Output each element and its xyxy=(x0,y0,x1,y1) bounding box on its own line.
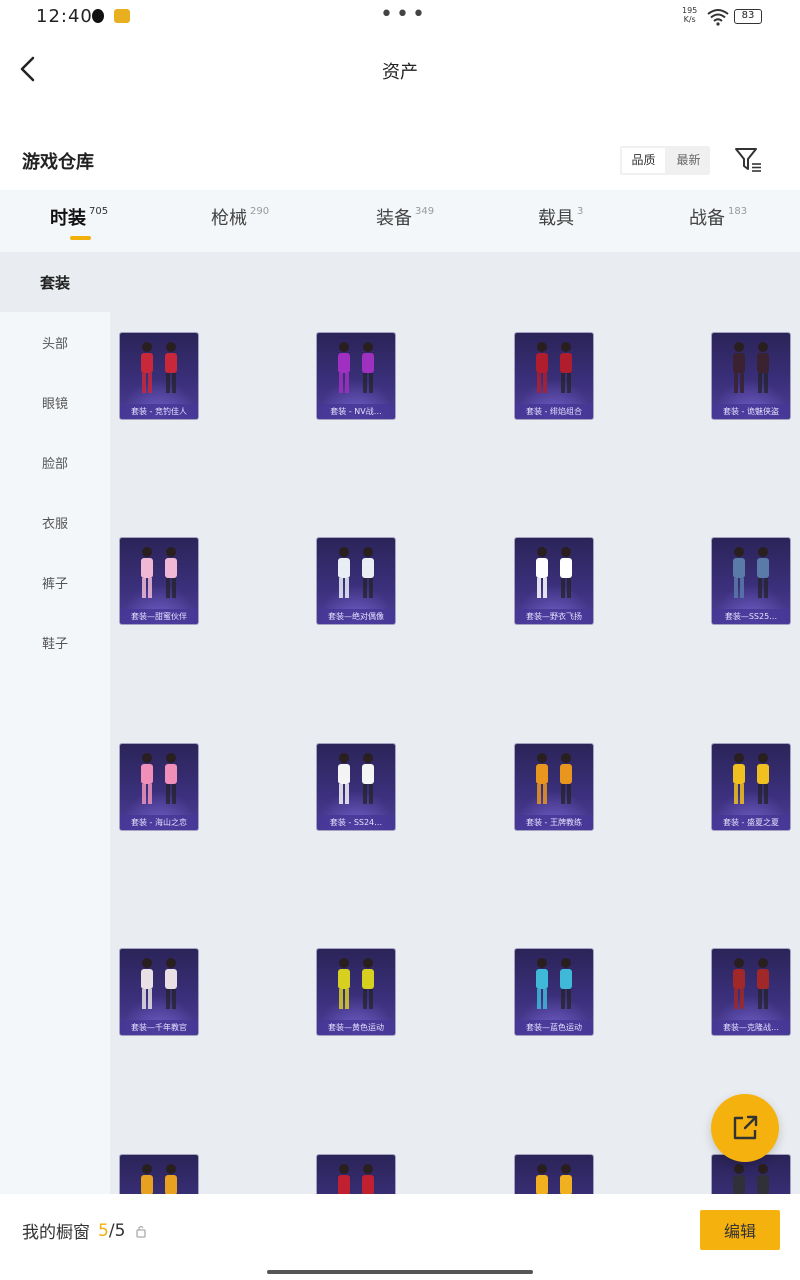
tab-equipment[interactable]: 装备 349 xyxy=(376,204,434,230)
outfit-figure-icon xyxy=(141,547,177,598)
outfit-figure-icon xyxy=(733,342,769,393)
status-time: 12:40 xyxy=(36,6,93,27)
outfit-card-caption: 套装—千年教官 xyxy=(120,1020,198,1035)
sidebar-item-head[interactable]: 头部 xyxy=(0,333,110,352)
edit-button[interactable]: 编辑 xyxy=(700,1210,780,1250)
outfit-card-caption: 套装 - 王牌教练 xyxy=(515,815,593,830)
outfit-figure-icon xyxy=(536,342,572,393)
outfit-figure-icon xyxy=(733,753,769,804)
outfit-figure-icon xyxy=(733,547,769,598)
outfit-card-caption: 套装—SS25… xyxy=(712,609,790,624)
outfit-card[interactable]: 套装 - 盛夏之夏 xyxy=(712,744,790,830)
status-bar: 12:40 ••• 195 K/s 83 xyxy=(0,0,800,34)
showcase-label: 我的橱窗 xyxy=(22,1223,90,1243)
lock-icon xyxy=(136,1225,147,1238)
outfit-card[interactable]: 套装 - NV战… xyxy=(317,333,395,419)
outfit-figure-icon xyxy=(141,342,177,393)
outfit-card-caption: 套装 - 海山之恋 xyxy=(120,815,198,830)
outfit-card[interactable] xyxy=(515,1155,593,1194)
outfit-card-caption: 套装 - 诡魅侠盗 xyxy=(712,404,790,419)
outfit-figure-icon xyxy=(733,1164,769,1194)
sort-latest-button[interactable]: 最新 xyxy=(667,146,710,175)
sort-toggle: 品质 最新 xyxy=(620,146,710,175)
outfit-card-caption: 套装—甜蜜伙伴 xyxy=(120,609,198,624)
my-showcase: 我的橱窗 5 / 5 xyxy=(22,1218,147,1243)
showcase-total: 5 xyxy=(114,1220,126,1241)
outfit-card[interactable]: 套装 - 竞钓佳人 xyxy=(120,333,198,419)
outfit-card[interactable] xyxy=(120,1155,198,1194)
outfit-grid: 套装 - 竞钓佳人 套装 - NV战… 套装 - 绯焰组合 套装 - 诡魅侠盗套装—甜… xyxy=(110,312,800,1194)
outfit-card-caption: 套装—克隆战… xyxy=(712,1020,790,1035)
outfit-card[interactable]: 套装 - 诡魅侠盗 xyxy=(712,333,790,419)
sidebar-item-shoes[interactable]: 鞋子 xyxy=(0,633,110,652)
outfit-card[interactable]: 套装—甜蜜伙伴 xyxy=(120,538,198,624)
outfit-card-caption: 套装—野衣飞扬 xyxy=(515,609,593,624)
outfit-figure-icon xyxy=(338,753,374,804)
outfit-figure-icon xyxy=(338,958,374,1009)
category-tabs: 时装 705 枪械 290 装备 349 载具 3 战备 183 xyxy=(0,190,800,252)
tab-vehicles[interactable]: 载具 3 xyxy=(538,204,583,230)
outfit-card-caption: 套装 - 盛夏之夏 xyxy=(712,815,790,830)
net-speed: 195 K/s xyxy=(682,6,698,24)
wifi-icon xyxy=(707,9,729,26)
outfit-figure-icon xyxy=(141,1164,177,1194)
sidebar-item-glasses[interactable]: 眼镜 xyxy=(0,393,110,412)
outfit-figure-icon xyxy=(536,958,572,1009)
tab-guns[interactable]: 枪械 290 xyxy=(211,204,269,230)
outfit-card[interactable]: 套装 - 海山之恋 xyxy=(120,744,198,830)
outfit-card-caption: 套装 - 竞钓佳人 xyxy=(120,404,198,419)
showcase-count: 5 xyxy=(98,1220,109,1241)
outfit-card-caption: 套装—黄色运动 xyxy=(317,1020,395,1035)
outfit-figure-icon xyxy=(141,958,177,1009)
outfit-card[interactable]: 套装—野衣飞扬 xyxy=(515,538,593,624)
warehouse-title: 游戏仓库 xyxy=(22,152,94,173)
outfit-figure-icon xyxy=(338,342,374,393)
outfit-card[interactable] xyxy=(317,1155,395,1194)
qq-icon xyxy=(92,9,104,23)
outfit-card[interactable]: 套装—黄色运动 xyxy=(317,949,395,1035)
outfit-figure-icon xyxy=(536,1164,572,1194)
assets-page: 12:40 ••• 195 K/s 83 资产 游戏仓库 品质 最新 时装 70… xyxy=(0,0,800,1280)
more-dots-icon[interactable]: ••• xyxy=(380,2,428,27)
filter-icon[interactable] xyxy=(734,146,764,174)
sidebar-item-face[interactable]: 脸部 xyxy=(0,453,110,472)
sidebar-active-row xyxy=(0,252,800,312)
outfit-card[interactable]: 套装—蓝色运动 xyxy=(515,949,593,1035)
sidebar-item-outfit[interactable]: 套装 xyxy=(0,272,110,293)
home-indicator[interactable] xyxy=(267,1270,533,1274)
outfit-figure-icon xyxy=(733,958,769,1009)
outfit-card[interactable]: 套装 - 王牌教练 xyxy=(515,744,593,830)
outfit-card-caption: 套装 - SS24… xyxy=(317,815,395,830)
outfit-card-caption: 套装 - NV战… xyxy=(317,404,395,419)
outfit-figure-icon xyxy=(141,753,177,804)
outfit-figure-icon xyxy=(338,1164,374,1194)
sidebar-item-pants[interactable]: 裤子 xyxy=(0,573,110,592)
bottom-bar: 我的橱窗 5 / 5 编辑 xyxy=(0,1194,800,1280)
share-external-icon xyxy=(733,1115,758,1140)
sort-quality-button[interactable]: 品质 xyxy=(622,148,665,173)
app-badge-icon xyxy=(114,9,130,23)
outfit-figure-icon xyxy=(536,753,572,804)
active-tab-indicator xyxy=(70,236,91,240)
outfit-card[interactable]: 套装—绝对偶像 xyxy=(317,538,395,624)
outfit-figure-icon xyxy=(338,547,374,598)
tab-combat-supplies[interactable]: 战备 183 xyxy=(689,204,747,230)
outfit-card[interactable]: 套装—克隆战… xyxy=(712,949,790,1035)
share-fab[interactable] xyxy=(711,1094,779,1162)
tab-fashion[interactable]: 时装 705 xyxy=(50,204,108,230)
outfit-card-caption: 套装 - 绯焰组合 xyxy=(515,404,593,419)
battery-indicator: 83 xyxy=(734,9,762,24)
outfit-card-caption: 套装—绝对偶像 xyxy=(317,609,395,624)
outfit-figure-icon xyxy=(536,547,572,598)
outfit-card[interactable]: 套装 - 绯焰组合 xyxy=(515,333,593,419)
page-title: 资产 xyxy=(382,62,418,83)
outfit-card[interactable]: 套装 - SS24… xyxy=(317,744,395,830)
outfit-card[interactable]: 套装—SS25… xyxy=(712,538,790,624)
sidebar-item-clothes[interactable]: 衣服 xyxy=(0,513,110,532)
outfit-card-caption: 套装—蓝色运动 xyxy=(515,1020,593,1035)
outfit-card[interactable]: 套装—千年教官 xyxy=(120,949,198,1035)
